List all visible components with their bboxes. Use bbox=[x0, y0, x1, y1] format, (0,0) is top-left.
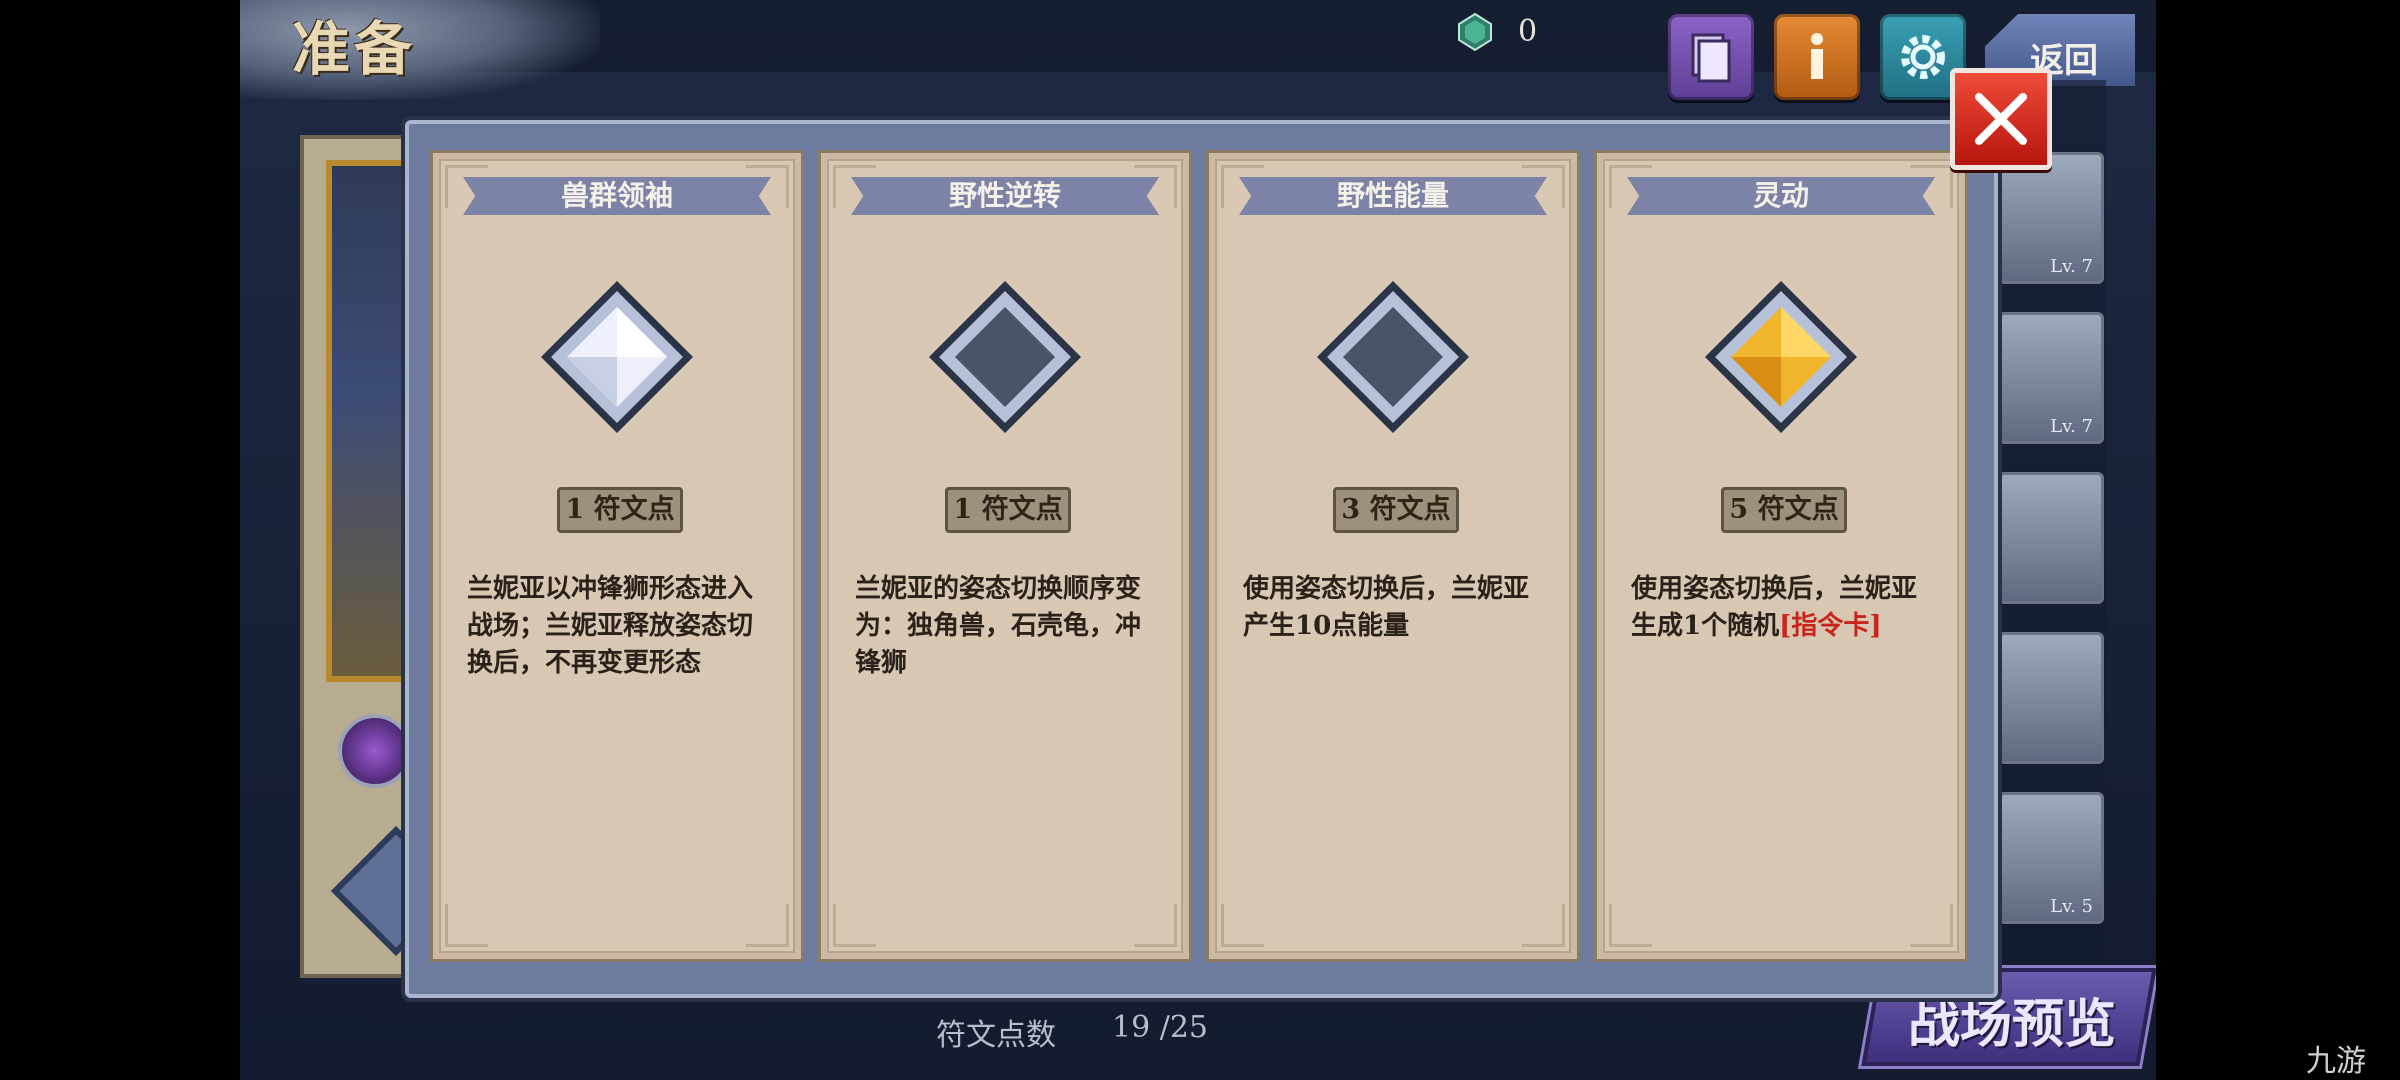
info-button[interactable] bbox=[1774, 14, 1860, 100]
watermark: 九游 bbox=[2306, 1044, 2366, 1079]
gear-icon bbox=[1901, 35, 1945, 79]
empty-rune-gem-icon bbox=[929, 281, 1081, 433]
card-corner bbox=[1609, 904, 1652, 947]
close-button[interactable] bbox=[1950, 68, 2052, 170]
cost-badge: 1 符文点 bbox=[945, 487, 1071, 533]
card-thumb[interactable]: Lv. 7 bbox=[1998, 152, 2104, 284]
card-level: Lv. 5 bbox=[2050, 896, 2093, 917]
card-title: 野性能量 bbox=[1336, 179, 1449, 212]
card-title: 野性逆转 bbox=[948, 179, 1061, 212]
cost-badge: 3 符文点 bbox=[1333, 487, 1459, 533]
card-thumb[interactable]: Lv. 5 bbox=[1998, 792, 2104, 924]
card-description: 兰妮亚的姿态切换顺序变为：独角兽，石壳龟，冲锋狮 bbox=[855, 574, 1142, 678]
rune-points-label: 符文点数 bbox=[936, 1018, 1056, 1053]
cost-badge: 1 符文点 bbox=[557, 487, 683, 533]
book-button[interactable] bbox=[1668, 14, 1754, 100]
card-corner bbox=[1134, 904, 1177, 947]
card-level: Lv. 7 bbox=[2050, 256, 2093, 277]
silver-rune-gem-icon bbox=[541, 281, 693, 433]
card-description: 兰妮亚以冲锋狮形态进入战场；兰妮亚释放姿态切换后，不再变更形态 bbox=[467, 574, 754, 678]
card-thumb[interactable]: Lv. 7 bbox=[1998, 312, 2104, 444]
rune-card[interactable]: 灵动 5 符文点 使用姿态切换后，兰妮亚生成1个随机[指令卡] bbox=[1594, 150, 1968, 962]
page-title: 准备 bbox=[292, 15, 417, 83]
empty-rune-gem-icon bbox=[1317, 281, 1469, 433]
command-card-highlight: [指令卡] bbox=[1779, 611, 1882, 641]
card-thumb[interactable] bbox=[1998, 472, 2104, 604]
rune-card[interactable]: 兽群领袖 1 符文点 兰妮亚以冲锋狮形态进入战场；兰妮亚释放姿态切换后，不再变更… bbox=[430, 150, 804, 962]
skill-orb[interactable] bbox=[338, 714, 412, 788]
green-crystal-icon bbox=[1458, 12, 1492, 52]
book-icon bbox=[1691, 33, 1731, 83]
card-title: 灵动 bbox=[1752, 179, 1809, 212]
card-corner bbox=[833, 904, 876, 947]
card-corner bbox=[1522, 904, 1565, 947]
card-corner bbox=[1910, 904, 1953, 947]
close-icon bbox=[1975, 93, 2027, 145]
rune-points-value: 19 /25 bbox=[1112, 1010, 1208, 1045]
card-corner bbox=[1221, 904, 1264, 947]
card-description: 使用姿态切换后，兰妮亚生成1个随机[指令卡] bbox=[1631, 574, 1918, 641]
card-description: 使用姿态切换后，兰妮亚产生10点能量 bbox=[1243, 574, 1530, 641]
rune-card[interactable]: 野性逆转 1 符文点 兰妮亚的姿态切换顺序变为：独角兽，石壳龟，冲锋狮 bbox=[818, 150, 1192, 962]
card-title: 兽群领袖 bbox=[560, 179, 673, 212]
card-level: Lv. 7 bbox=[2050, 416, 2093, 437]
cost-badge: 5 符文点 bbox=[1721, 487, 1847, 533]
card-corner bbox=[746, 904, 789, 947]
rune-card[interactable]: 野性能量 3 符文点 使用姿态切换后，兰妮亚产生10点能量 bbox=[1206, 150, 1580, 962]
card-thumb[interactable] bbox=[1998, 632, 2104, 764]
gold-rune-gem-icon bbox=[1705, 281, 1857, 433]
info-icon bbox=[1811, 33, 1823, 79]
card-corner bbox=[445, 904, 488, 947]
currency-count: 0 bbox=[1518, 14, 1538, 49]
